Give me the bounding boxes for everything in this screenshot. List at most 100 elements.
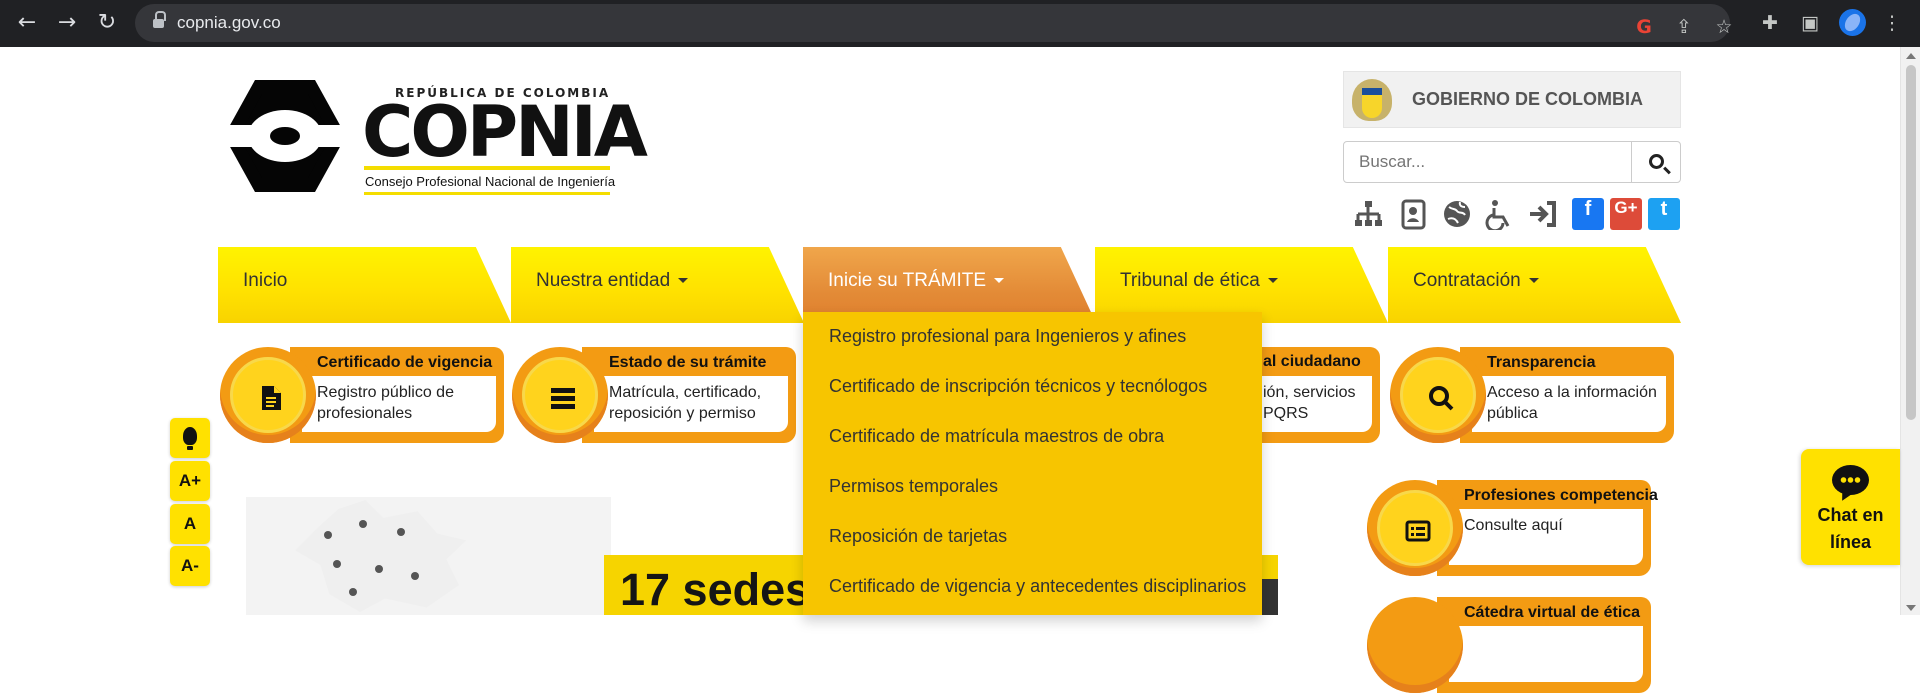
quick-link-estado-de-su-tramite[interactable]: Estado de su trámite Matrícula, certifica… bbox=[512, 347, 796, 443]
card-icon-circle bbox=[512, 347, 608, 443]
menu-item-certificado-matricula[interactable]: Certificado de matrícula maestros de obr… bbox=[829, 416, 1164, 456]
lightbulb-icon bbox=[183, 427, 197, 450]
chevron-down-icon bbox=[678, 278, 689, 284]
card-description: Acceso a la información pública bbox=[1487, 384, 1657, 422]
card-panel: Transparencia Acceso a la información púb… bbox=[1460, 347, 1674, 443]
idea-button[interactable] bbox=[170, 418, 210, 458]
menu-item-permisos-temporales[interactable]: Permisos temporales bbox=[829, 466, 998, 506]
card-panel: Certificado de vigencia Registro público … bbox=[290, 347, 504, 443]
google-plus-icon[interactable]: G+ bbox=[1610, 198, 1642, 230]
map-node bbox=[324, 531, 332, 539]
card-description: Matrícula, certificado, reposición y per… bbox=[609, 384, 762, 422]
card-icon-circle bbox=[1390, 347, 1486, 443]
logo-tagline: Consejo Profesional Nacional de Ingenier… bbox=[365, 174, 616, 189]
forward-icon[interactable]: → bbox=[54, 10, 80, 36]
address-url[interactable]: copnia.gov.co bbox=[177, 13, 281, 33]
quick-link-transparencia[interactable]: Transparencia Acceso a la información púb… bbox=[1390, 347, 1674, 443]
map-node bbox=[349, 588, 357, 596]
chat-dots-icon bbox=[1840, 477, 1861, 483]
quick-link-partial-title[interactable]: al ciudadano bbox=[1263, 353, 1361, 371]
list-card-icon bbox=[1405, 520, 1431, 542]
login-icon[interactable] bbox=[1527, 198, 1559, 230]
tab-contratacion[interactable]: Contratación bbox=[1388, 247, 1681, 323]
card-icon-background bbox=[1400, 357, 1476, 433]
chevron-down-icon bbox=[994, 278, 1005, 284]
logo-divider bbox=[364, 166, 610, 170]
more-vert-icon[interactable]: ⋮ bbox=[1878, 9, 1906, 37]
address-bar[interactable]: copnia.gov.co G ⇪ ☆ bbox=[135, 4, 1733, 42]
banner-headline: 17 sedes bbox=[620, 564, 811, 615]
card-icon-background bbox=[522, 357, 598, 433]
card-icon-background bbox=[1377, 490, 1453, 566]
logo-name[interactable]: COPNIA bbox=[362, 96, 648, 168]
chevron-down-icon bbox=[1267, 278, 1278, 284]
lock-icon[interactable] bbox=[153, 11, 166, 29]
menu-item-registro-profesional[interactable]: Registro profesional para Ingenieros y a… bbox=[829, 316, 1186, 356]
scroll-up-icon[interactable] bbox=[1906, 53, 1916, 59]
share-icon[interactable]: ⇪ bbox=[1670, 13, 1698, 41]
card-icon-circle bbox=[220, 347, 316, 443]
map-node bbox=[333, 560, 341, 568]
card-description: Registro público de profesionales bbox=[317, 384, 454, 422]
card-icon-circle bbox=[1367, 480, 1463, 576]
tab-inicio[interactable]: Inicio bbox=[218, 247, 511, 323]
card-icon-circle bbox=[1367, 597, 1463, 693]
card-icon-background bbox=[230, 357, 306, 433]
card-title: Certificado de vigencia bbox=[317, 354, 493, 371]
card-content-panel bbox=[1449, 626, 1643, 682]
document-icon bbox=[262, 386, 281, 410]
scrollbar-thumb[interactable] bbox=[1906, 65, 1916, 420]
decrease-font-button[interactable]: A- bbox=[170, 546, 210, 586]
tab-label: Contratación bbox=[1413, 270, 1539, 292]
government-banner[interactable]: GOBIERNO DE COLOMBIA bbox=[1343, 71, 1681, 128]
card-title: Transparencia bbox=[1487, 354, 1596, 371]
google-icon[interactable]: G bbox=[1630, 13, 1658, 41]
menu-item-certificado-inscripcion[interactable]: Certificado de inscripción técnicos y te… bbox=[829, 366, 1207, 406]
chat-label: Chat en línea bbox=[1817, 505, 1884, 552]
reload-icon[interactable]: ↻ bbox=[94, 10, 120, 36]
normal-font-button[interactable]: A bbox=[170, 504, 210, 544]
bookmark-star-icon[interactable]: ☆ bbox=[1710, 13, 1738, 41]
tab-nuestra-entidad[interactable]: Nuestra entidad bbox=[511, 247, 804, 323]
card-panel: Profesiones competencia Consulte aquí bbox=[1437, 480, 1658, 576]
facebook-icon[interactable]: f bbox=[1572, 198, 1604, 230]
tab-label: Tribunal de ética bbox=[1120, 270, 1278, 292]
card-panel: Cátedra virtual de ética bbox=[1437, 597, 1651, 693]
accessibility-icon[interactable] bbox=[1484, 198, 1516, 230]
colombia-emblem-icon bbox=[1352, 79, 1392, 121]
quick-link-certificado-de-vigencia[interactable]: Certificado de vigencia Registro público … bbox=[220, 347, 504, 443]
map-node bbox=[397, 528, 405, 536]
search-input[interactable] bbox=[1343, 141, 1632, 183]
government-label: GOBIERNO DE COLOMBIA bbox=[1412, 89, 1644, 109]
quick-link-partial-description[interactable]: ión, servicios PQRS bbox=[1263, 382, 1373, 424]
scroll-down-icon[interactable] bbox=[1906, 605, 1916, 611]
search-icon bbox=[1429, 386, 1454, 411]
twitter-icon[interactable]: t bbox=[1648, 198, 1680, 230]
card-title: Profesiones competencia bbox=[1464, 487, 1658, 504]
vertical-scrollbar[interactable] bbox=[1900, 47, 1920, 615]
card-title: Cátedra virtual de ética bbox=[1464, 604, 1641, 621]
copnia-logo-icon[interactable] bbox=[222, 78, 348, 194]
tramite-dropdown-menu: Registro profesional para Ingenieros y a… bbox=[803, 312, 1262, 615]
menu-item-reposicion-tarjetas[interactable]: Reposición de tarjetas bbox=[829, 516, 1007, 556]
tab-label: Inicie su TRÁMITE bbox=[828, 270, 1005, 292]
search-icon bbox=[1649, 154, 1664, 169]
menu-item-certificado-vigencia[interactable]: Certificado de vigencia y antecedentes d… bbox=[829, 566, 1246, 606]
sidebar-icon[interactable]: ▣ bbox=[1796, 9, 1824, 37]
contact-card-icon[interactable] bbox=[1398, 198, 1430, 230]
extensions-icon[interactable]: ✚ bbox=[1756, 9, 1784, 37]
sitemap-icon[interactable] bbox=[1352, 198, 1384, 230]
list-icon bbox=[551, 388, 575, 409]
globe-icon[interactable] bbox=[1441, 198, 1473, 230]
quick-link-profesiones-competencia[interactable]: Profesiones competencia Consulte aquí bbox=[1367, 480, 1658, 576]
chat-bubble-icon bbox=[1832, 465, 1869, 495]
quick-link-catedra-virtual-de-etica[interactable]: Cátedra virtual de ética bbox=[1367, 597, 1657, 693]
card-description: Consulte aquí bbox=[1464, 517, 1563, 534]
search-button[interactable] bbox=[1631, 141, 1681, 183]
chat-button[interactable]: Chat en línea bbox=[1801, 449, 1900, 565]
profile-avatar[interactable] bbox=[1839, 9, 1866, 36]
tab-label: Inicio bbox=[243, 270, 288, 291]
back-icon[interactable]: ← bbox=[14, 10, 40, 36]
card-panel: Estado de su trámite Matrícula, certifica… bbox=[582, 347, 796, 443]
increase-font-button[interactable]: A+ bbox=[170, 461, 210, 501]
